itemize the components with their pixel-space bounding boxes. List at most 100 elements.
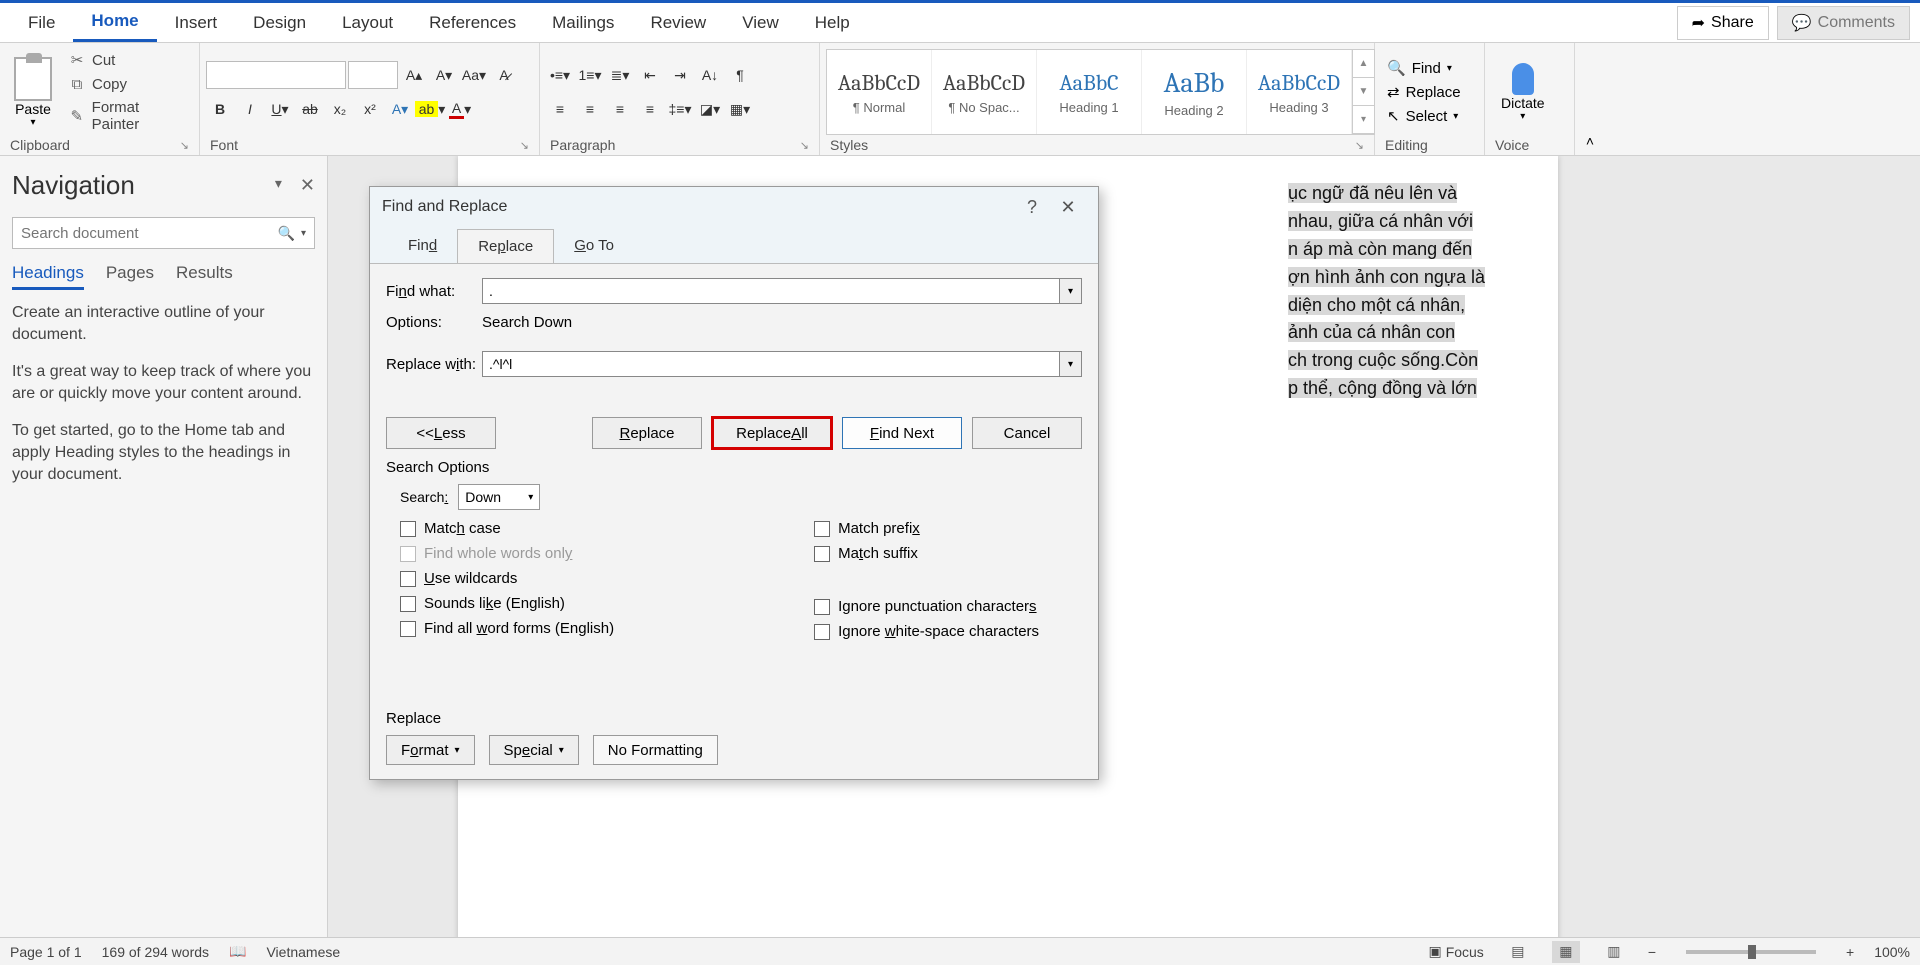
dialog-help-button[interactable]: ? <box>1014 197 1050 218</box>
spellcheck-icon[interactable]: 📖 <box>229 943 246 960</box>
view-web-button[interactable]: ▥ <box>1600 941 1628 963</box>
sort-button[interactable]: A↓ <box>696 61 724 89</box>
select-button[interactable]: ↖Select▾ <box>1381 105 1467 127</box>
shading-button[interactable]: ◪▾ <box>696 95 724 123</box>
menu-home[interactable]: Home <box>73 3 156 42</box>
dictate-dropdown-icon[interactable]: ▾ <box>1520 111 1525 122</box>
zoom-slider[interactable] <box>1686 950 1816 954</box>
search-direction-combo[interactable]: Down▾ <box>458 484 540 510</box>
replace-all-button[interactable]: Replace All <box>712 417 832 449</box>
styles-scroll[interactable]: ▲▼▾ <box>1352 50 1374 134</box>
chk-wildcards[interactable]: Use wildcards <box>400 570 614 587</box>
find-dropdown-icon[interactable]: ▾ <box>1060 278 1082 304</box>
special-button[interactable]: Special▾ <box>489 735 579 765</box>
nav-dropdown-icon[interactable]: ▾ <box>275 175 282 196</box>
view-read-button[interactable]: ▤ <box>1504 941 1532 963</box>
style-heading2[interactable]: AaBbHeading 2 <box>1142 50 1247 134</box>
status-page[interactable]: Page 1 of 1 <box>10 944 82 960</box>
chk-ignore-punct[interactable]: Ignore punctuation characters <box>814 598 1039 615</box>
numbering-button[interactable]: 1≡▾ <box>576 61 604 89</box>
bullets-button[interactable]: •≡▾ <box>546 61 574 89</box>
menu-insert[interactable]: Insert <box>157 5 236 41</box>
shrink-font-button[interactable]: A▾ <box>430 61 458 89</box>
styles-gallery[interactable]: AaBbCcD¶ Normal AaBbCcD¶ No Spac... AaBb… <box>826 49 1375 135</box>
no-formatting-button[interactable]: No Formatting <box>593 735 718 765</box>
paste-dropdown-icon[interactable]: ▾ <box>30 117 35 128</box>
font-launcher-icon[interactable]: ↘ <box>520 139 529 152</box>
replace-button[interactable]: ⇄Replace <box>1381 81 1467 103</box>
justify-button[interactable]: ≡ <box>636 95 664 123</box>
menu-review[interactable]: Review <box>632 5 724 41</box>
chk-ignore-whitespace[interactable]: Ignore white-space characters <box>814 623 1039 640</box>
status-language[interactable]: Vietnamese <box>266 944 340 960</box>
align-left-button[interactable]: ≡ <box>546 95 574 123</box>
menu-view[interactable]: View <box>724 5 797 41</box>
view-print-button[interactable]: ▦ <box>1552 941 1580 963</box>
menu-help[interactable]: Help <box>797 5 868 41</box>
menu-references[interactable]: References <box>411 5 534 41</box>
strikethrough-button[interactable]: ab <box>296 95 324 123</box>
multilevel-button[interactable]: ≣▾ <box>606 61 634 89</box>
nav-tab-results[interactable]: Results <box>176 263 233 290</box>
find-next-button[interactable]: Find Next <box>842 417 962 449</box>
nav-search[interactable]: 🔍 ▾ <box>12 217 315 249</box>
text-effects-button[interactable]: A▾ <box>386 95 414 123</box>
search-dropdown-icon[interactable]: ▾ <box>301 228 306 239</box>
zoom-out-button[interactable]: − <box>1648 944 1656 960</box>
replace-with-input[interactable] <box>482 351 1060 377</box>
scroll-up-icon[interactable]: ▲ <box>1353 50 1374 78</box>
align-right-button[interactable]: ≡ <box>606 95 634 123</box>
tab-find[interactable]: Find <box>388 229 457 263</box>
decrease-indent-button[interactable]: ⇤ <box>636 61 664 89</box>
share-button[interactable]: ➦Share <box>1677 6 1769 40</box>
search-icon[interactable]: 🔍 <box>278 225 295 242</box>
zoom-in-button[interactable]: + <box>1846 944 1854 960</box>
font-size-combo[interactable] <box>348 61 398 89</box>
grow-font-button[interactable]: A▴ <box>400 61 428 89</box>
style-heading3[interactable]: AaBbCcDHeading 3 <box>1247 50 1352 134</box>
zoom-thumb[interactable] <box>1748 945 1756 959</box>
scroll-down-icon[interactable]: ▼ <box>1353 78 1374 106</box>
chk-match-case[interactable]: Match case <box>400 520 614 537</box>
borders-button[interactable]: ▦▾ <box>726 95 754 123</box>
underline-button[interactable]: U▾ <box>266 95 294 123</box>
align-center-button[interactable]: ≡ <box>576 95 604 123</box>
nav-close-icon[interactable]: ✕ <box>300 175 315 196</box>
replace-button[interactable]: Replace <box>592 417 702 449</box>
dialog-close-button[interactable]: ✕ <box>1050 197 1086 218</box>
chk-sounds-like[interactable]: Sounds like (English) <box>400 595 614 612</box>
nav-search-input[interactable] <box>21 225 278 242</box>
chk-word-forms[interactable]: Find all word forms (English) <box>400 620 614 637</box>
menu-design[interactable]: Design <box>235 5 324 41</box>
find-what-input[interactable] <box>482 278 1060 304</box>
italic-button[interactable]: I <box>236 95 264 123</box>
dialog-title-bar[interactable]: Find and Replace ? ✕ <box>370 187 1098 227</box>
style-heading1[interactable]: AaBbCHeading 1 <box>1037 50 1142 134</box>
superscript-button[interactable]: x² <box>356 95 384 123</box>
styles-launcher-icon[interactable]: ↘ <box>1355 139 1364 152</box>
copy-button[interactable]: ⧉Copy <box>64 73 193 95</box>
subscript-button[interactable]: x₂ <box>326 95 354 123</box>
paste-button[interactable]: Paste ▾ <box>6 53 60 132</box>
highlight-button[interactable]: ab▾ <box>416 95 444 123</box>
increase-indent-button[interactable]: ⇥ <box>666 61 694 89</box>
bold-button[interactable]: B <box>206 95 234 123</box>
collapse-ribbon-button[interactable]: ˄ <box>1575 43 1605 155</box>
dictate-button[interactable]: Dictate ▾ <box>1491 59 1555 126</box>
tab-replace[interactable]: Replace <box>457 229 554 263</box>
style-nospacing[interactable]: AaBbCcD¶ No Spac... <box>932 50 1037 134</box>
scroll-more-icon[interactable]: ▾ <box>1353 106 1374 134</box>
clear-format-button[interactable]: A̷ <box>490 61 518 89</box>
cancel-button[interactable]: Cancel <box>972 417 1082 449</box>
menu-mailings[interactable]: Mailings <box>534 5 632 41</box>
menu-file[interactable]: File <box>10 5 73 41</box>
combo-dropdown-icon[interactable]: ▾ <box>528 492 533 503</box>
nav-tab-headings[interactable]: Headings <box>12 263 84 290</box>
font-color-button[interactable]: A▾ <box>446 95 474 123</box>
less-button[interactable]: << Less <box>386 417 496 449</box>
format-painter-button[interactable]: ✎Format Painter <box>64 97 193 135</box>
line-spacing-button[interactable]: ‡≡▾ <box>666 95 694 123</box>
focus-mode-button[interactable]: ▣Focus <box>1428 943 1483 960</box>
format-button[interactable]: Format▾ <box>386 735 475 765</box>
chk-match-suffix[interactable]: Match suffix <box>814 545 1039 562</box>
